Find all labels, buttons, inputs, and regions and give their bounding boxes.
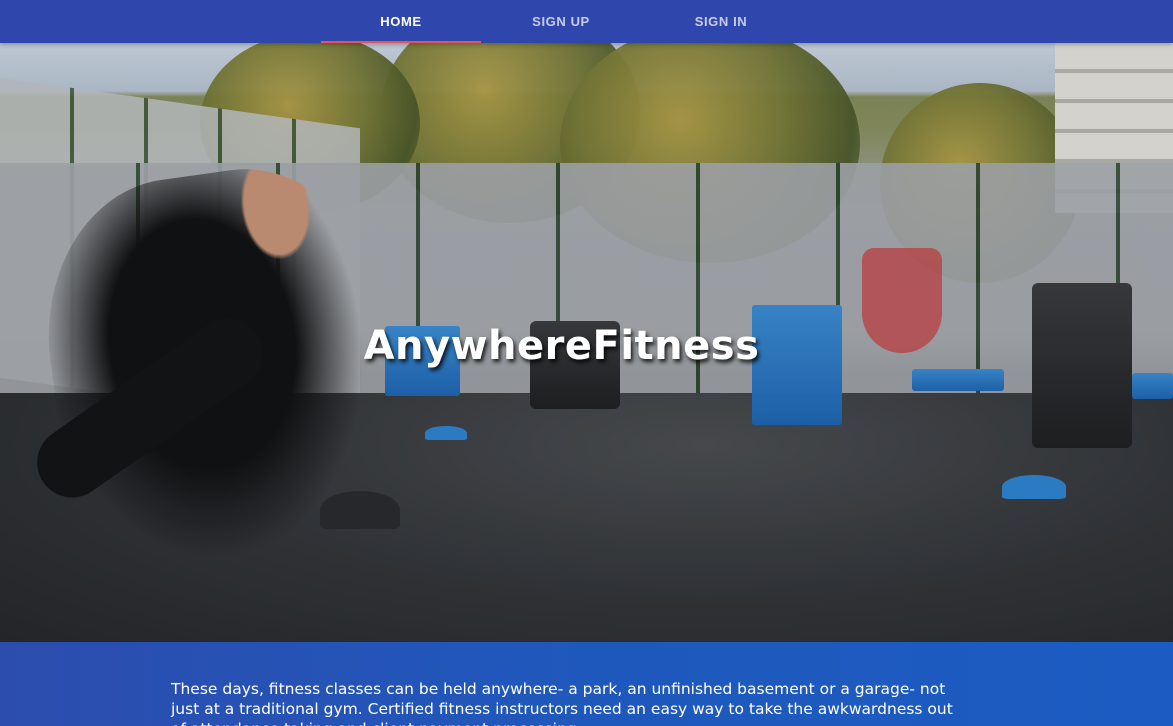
tab-sign-up[interactable]: SIGN UP <box>481 0 641 43</box>
tab-home[interactable]: HOME <box>321 0 481 43</box>
intro-section: These days, fitness classes can be held … <box>0 642 1173 726</box>
hero-section: AnywhereFitness <box>0 43 1173 642</box>
tab-sign-in[interactable]: SIGN IN <box>641 0 801 43</box>
intro-paragraph: These days, fitness classes can be held … <box>171 680 953 726</box>
top-nav: HOME SIGN UP SIGN IN <box>0 0 1173 43</box>
hero-title: AnywhereFitness <box>363 323 760 369</box>
active-tab-indicator <box>321 41 481 43</box>
